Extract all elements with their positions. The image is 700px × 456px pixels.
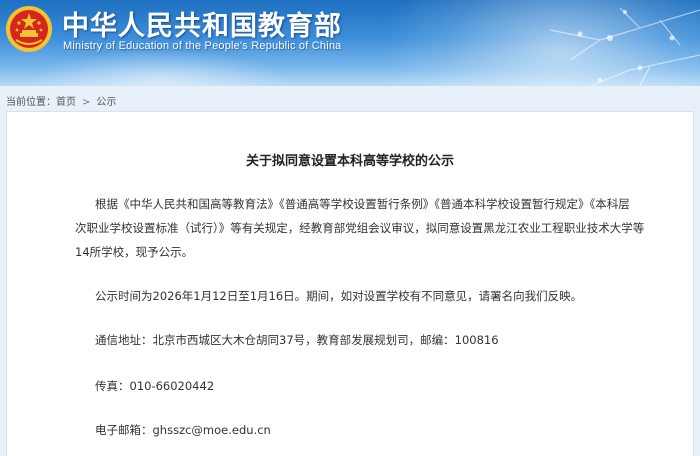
chevron-right-icon: > [82, 97, 91, 108]
article-title: 关于拟同意设置本科高等学校的公示 [245, 154, 454, 169]
breadcrumb-current-link[interactable]: 公示 [96, 97, 116, 108]
paragraph-line: 根据《中华人民共和国高等教育法》《普通高等学校设置暂行条例》《普通本科学校设置暂… [95, 197, 630, 211]
banner-snow [30, 50, 290, 86]
snowy-branch-decoration [549, 7, 700, 86]
paragraph-line: 次职业学校设置标准（试行）》等有关规定，经教育部党组会议审议，拟同意设置黑龙江农… [75, 221, 645, 235]
paragraph-line: 14所学校，现予公示。 [75, 245, 194, 259]
contact-address: 通信地址：北京市西城区大木仓胡同37号，教育部发展规划司，邮编：100816 [95, 333, 499, 347]
article-paragraph-2: 公示时间为2026年1月12日至1月16日。期间，如对设置学校有不同意见，请署名… [95, 289, 583, 303]
national-emblem-icon [6, 6, 52, 52]
site-subtitle: Ministry of Education of the People's Re… [63, 40, 342, 52]
article-paragraph-1: 根据《中华人民共和国高等教育法》《普通高等学校设置暂行条例》《普通本科学校设置暂… [75, 192, 655, 264]
breadcrumb-label: 当前位置： [6, 97, 56, 108]
contact-email: 电子邮箱：ghsszc@moe.edu.cn [95, 423, 271, 437]
contact-fax: 传真：010-66020442 [95, 379, 215, 393]
article-content: 关于拟同意设置本科高等学校的公示 根据《中华人民共和国高等教育法》《普通高等学校… [6, 111, 694, 456]
site-title: 中华人民共和国教育部 [62, 11, 342, 42]
breadcrumb: 当前位置：首页 > 公示 [6, 93, 116, 108]
site-banner: 中华人民共和国教育部 Ministry of Education of the … [0, 0, 700, 86]
breadcrumb-home-link[interactable]: 首页 [56, 97, 76, 108]
